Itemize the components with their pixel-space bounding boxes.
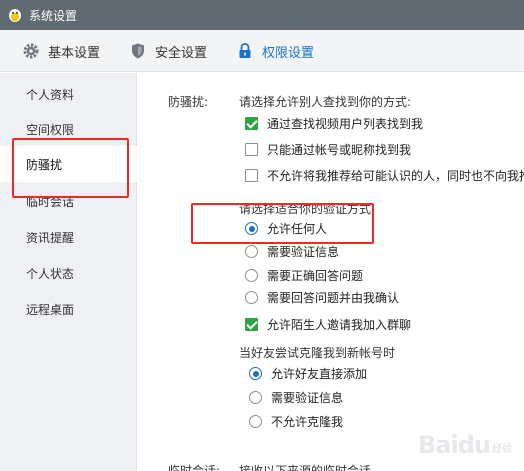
- clone-option-label: 允许好友直接添加: [271, 367, 368, 381]
- find-option-label: 只能通过帐号或昵称找到我: [267, 143, 412, 157]
- radio-button[interactable]: [245, 269, 258, 282]
- title-bar: 系统设置: [0, 0, 524, 30]
- anti-harass-section-label: 防骚扰:: [168, 95, 209, 109]
- radio-button[interactable]: [245, 245, 258, 258]
- temp-session-section-label: 临时会话:: [168, 464, 221, 471]
- radio-button[interactable]: [249, 391, 262, 404]
- clone-option-disallow[interactable]: 不允许克隆我: [249, 413, 343, 430]
- sidebar-item-label: 空间权限: [26, 122, 75, 137]
- find-option-video-list[interactable]: 通过查找视频用户列表找到我: [245, 115, 423, 132]
- verify-option-answer-and-confirm[interactable]: 需要回答问题并由我确认: [245, 289, 399, 306]
- sidebar: 个人资料 空间权限 防骚扰 临时会话 资讯提醒 个人状态 远程桌面: [0, 73, 137, 471]
- checkbox[interactable]: [245, 169, 258, 182]
- radio-button[interactable]: [245, 222, 258, 235]
- verify-option-allow-anyone[interactable]: 允许任何人: [245, 220, 327, 237]
- sidebar-item-label: 防骚扰: [26, 157, 63, 172]
- radio-button[interactable]: [249, 367, 262, 380]
- radio-button[interactable]: [245, 291, 258, 304]
- sidebar-item-temp-session[interactable]: 临时会话: [0, 183, 137, 219]
- sidebar-item-label: 个人状态: [26, 266, 75, 281]
- gear-icon: [23, 43, 39, 59]
- clone-option-label: 需要验证信息: [271, 391, 344, 405]
- checkbox[interactable]: [245, 117, 258, 130]
- tab-permission-settings-label: 权限设置: [262, 45, 315, 61]
- lock-icon: [239, 43, 251, 58]
- tab-security-settings[interactable]: 安全设置: [129, 30, 207, 72]
- sidebar-item-personal-status[interactable]: 个人状态: [0, 255, 137, 291]
- verify-option-need-message[interactable]: 需要验证信息: [245, 243, 339, 260]
- clone-option-label: 不允许克隆我: [271, 415, 344, 429]
- clone-option-need-verify[interactable]: 需要验证信息: [249, 389, 343, 406]
- find-option-label: 通过查找视频用户列表找到我: [267, 117, 424, 131]
- verify-option-correct-answer[interactable]: 需要正确回答问题: [245, 267, 363, 284]
- settings-content: 防骚扰: 请选择允许别人查找到你的方式: 通过查找视频用户列表找到我 只能通过帐…: [138, 73, 524, 471]
- verify-option-label: 允许任何人: [267, 222, 328, 236]
- verify-option-label: 需要正确回答问题: [267, 269, 364, 283]
- find-option-account-only[interactable]: 只能通过帐号或昵称找到我: [245, 141, 411, 158]
- radio-button[interactable]: [249, 415, 262, 428]
- window-title: 系统设置: [29, 9, 78, 23]
- watermark: Baidu 经验: [418, 431, 512, 459]
- clone-option-allow-direct[interactable]: 允许好友直接添加: [249, 365, 367, 382]
- group-invite-option[interactable]: 允许陌生人邀请我加入群聊: [245, 316, 411, 333]
- group-invite-label: 允许陌生人邀请我加入群聊: [267, 318, 412, 332]
- find-option-label: 不允许将我推荐给可能认识的人，同时也不向我推荐: [267, 169, 524, 183]
- tab-basic-settings[interactable]: 基本设置: [22, 30, 100, 72]
- tab-permission-settings[interactable]: 权限设置: [236, 30, 314, 72]
- verify-option-label: 需要回答问题并由我确认: [267, 291, 400, 305]
- watermark-subtext: 经验: [492, 444, 512, 455]
- tab-bar: 基本设置 安全设置 权限设置: [0, 30, 524, 72]
- shield-icon: [132, 43, 144, 59]
- sidebar-item-remote-desktop[interactable]: 远程桌面: [0, 291, 137, 327]
- tab-security-settings-label: 安全设置: [155, 45, 208, 61]
- sidebar-item-space-permission[interactable]: 空间权限: [0, 111, 137, 147]
- sidebar-item-label: 远程桌面: [26, 302, 75, 317]
- sidebar-item-label: 个人资料: [26, 87, 75, 102]
- watermark-text: Baidu: [418, 431, 491, 459]
- find-method-prompt: 请选择允许别人查找到你的方式:: [239, 95, 412, 109]
- sidebar-item-profile[interactable]: 个人资料: [0, 76, 137, 112]
- verify-method-prompt: 请选择适合你的验证方式: [239, 202, 372, 216]
- find-option-no-recommend[interactable]: 不允许将我推荐给可能认识的人，同时也不向我推荐: [245, 167, 524, 184]
- tab-basic-settings-label: 基本设置: [48, 45, 101, 61]
- checkbox[interactable]: [245, 318, 258, 331]
- checkbox[interactable]: [245, 143, 258, 156]
- app-logo-icon: [9, 9, 21, 22]
- sidebar-item-anti-harass[interactable]: 防骚扰: [0, 146, 137, 182]
- sidebar-item-label: 资讯提醒: [26, 230, 75, 245]
- verify-option-label: 需要验证信息: [267, 245, 340, 259]
- clone-prompt: 当好友尝试克隆我到新帐号时: [239, 346, 396, 360]
- temp-session-prompt: 接收以下来源的临时会话: [239, 464, 372, 471]
- sidebar-item-label: 临时会话: [26, 194, 75, 209]
- sidebar-item-news-reminder[interactable]: 资讯提醒: [0, 219, 137, 255]
